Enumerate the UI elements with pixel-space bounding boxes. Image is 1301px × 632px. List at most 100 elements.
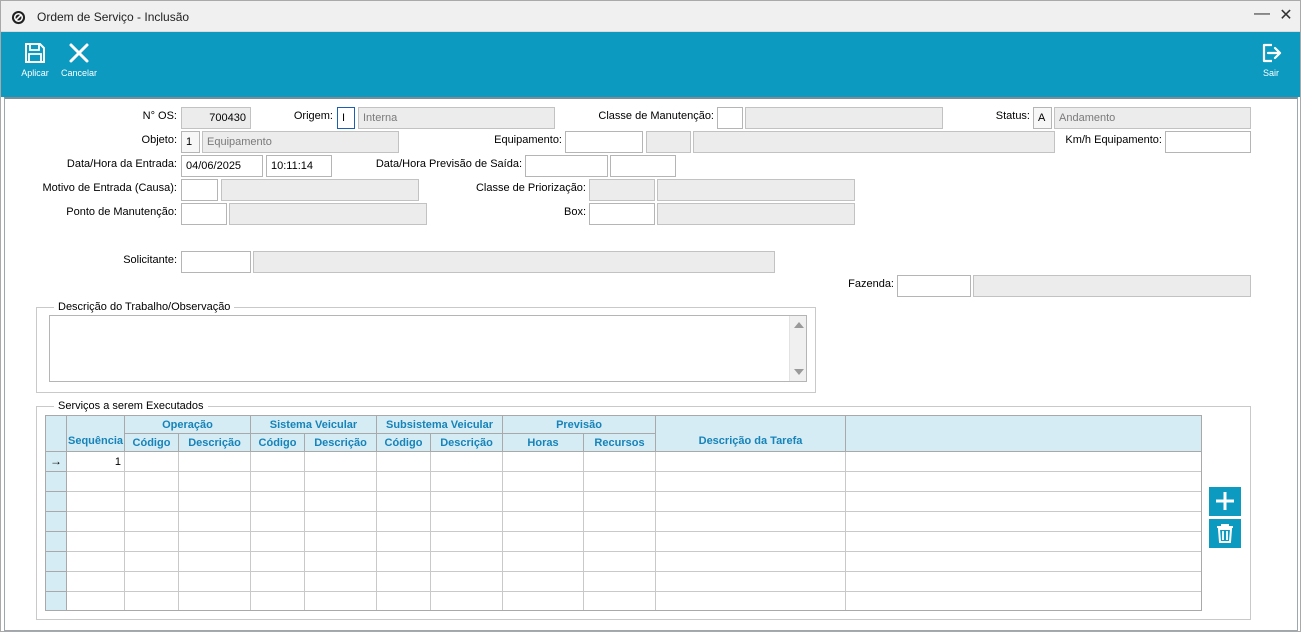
grid-cell[interactable]	[305, 452, 377, 472]
grid-cell[interactable]	[584, 452, 656, 472]
grid-cell[interactable]	[503, 512, 584, 532]
ponto-manutencao-code-field[interactable]	[181, 203, 227, 225]
col-header-horas[interactable]: Horas	[503, 434, 584, 452]
grid-cell[interactable]	[846, 492, 1201, 512]
grid-cell[interactable]	[431, 512, 503, 532]
data-entrada-date-field[interactable]: 04/06/2025	[181, 155, 263, 177]
grid-cell[interactable]	[179, 572, 251, 592]
row-indicator[interactable]	[46, 472, 67, 492]
grid-cell[interactable]	[584, 552, 656, 572]
grid-cell[interactable]	[125, 572, 179, 592]
grid-cell[interactable]	[179, 492, 251, 512]
row-indicator[interactable]	[46, 532, 67, 552]
grid-cell[interactable]	[656, 512, 846, 532]
motivo-entrada-code-field[interactable]	[181, 179, 218, 201]
grid-cell[interactable]	[125, 532, 179, 552]
grid-cell[interactable]	[584, 472, 656, 492]
grid-cell[interactable]	[846, 592, 1201, 610]
grid-cell[interactable]	[656, 572, 846, 592]
grid-cell[interactable]	[179, 472, 251, 492]
col-header-sub-codigo[interactable]: Código	[377, 434, 431, 452]
grid-cell[interactable]	[503, 552, 584, 572]
grid-cell[interactable]	[656, 592, 846, 610]
grid-cell[interactable]	[125, 592, 179, 610]
col-header-op-codigo[interactable]: Código	[125, 434, 179, 452]
grid-cell[interactable]	[431, 532, 503, 552]
col-header-sequencia[interactable]: Sequência	[67, 416, 125, 452]
col-header-sis-codigo[interactable]: Código	[251, 434, 305, 452]
grid-cell[interactable]	[251, 512, 305, 532]
grid-cell[interactable]	[305, 572, 377, 592]
delete-row-button[interactable]	[1209, 519, 1241, 548]
grid-cell-sequencia[interactable]	[67, 592, 125, 610]
grid-cell[interactable]	[251, 492, 305, 512]
grid-cell[interactable]	[584, 592, 656, 610]
row-indicator[interactable]	[46, 492, 67, 512]
servicos-grid[interactable]: Sequência Operação Sistema Veicular Subs…	[45, 415, 1202, 611]
grid-cell[interactable]	[125, 492, 179, 512]
grid-cell[interactable]	[377, 552, 431, 572]
grid-cell[interactable]	[179, 512, 251, 532]
grid-cell[interactable]	[503, 492, 584, 512]
row-indicator[interactable]: →	[46, 452, 67, 472]
grid-cell[interactable]	[251, 552, 305, 572]
grid-cell[interactable]	[846, 572, 1201, 592]
col-header-recursos[interactable]: Recursos	[584, 434, 656, 452]
col-header-op-descricao[interactable]: Descrição	[179, 434, 251, 452]
grid-cell[interactable]	[584, 572, 656, 592]
grid-cell[interactable]	[251, 472, 305, 492]
solicitante-code-field[interactable]	[181, 251, 251, 273]
box-code-field[interactable]	[589, 203, 655, 225]
grid-cell[interactable]	[125, 472, 179, 492]
row-indicator[interactable]	[46, 592, 67, 610]
apply-button[interactable]: Aplicar	[17, 32, 53, 96]
grid-cell[interactable]	[125, 512, 179, 532]
close-button[interactable]: ✕	[1277, 7, 1295, 25]
grid-cell[interactable]	[431, 572, 503, 592]
scroll-up-icon[interactable]	[794, 322, 804, 328]
grid-cell[interactable]	[251, 572, 305, 592]
grid-cell[interactable]	[179, 552, 251, 572]
grid-cell[interactable]	[656, 492, 846, 512]
grid-cell[interactable]	[377, 492, 431, 512]
kmh-equipamento-field[interactable]	[1165, 131, 1251, 153]
grid-cell[interactable]	[377, 472, 431, 492]
grid-cell[interactable]	[377, 512, 431, 532]
grid-cell[interactable]	[503, 532, 584, 552]
origem-code-field[interactable]: I	[337, 107, 355, 129]
grid-cell[interactable]	[656, 552, 846, 572]
equipamento-code-field[interactable]	[565, 131, 643, 153]
grid-cell[interactable]	[584, 512, 656, 532]
grid-cell[interactable]	[377, 532, 431, 552]
grid-cell[interactable]	[656, 532, 846, 552]
grid-cell[interactable]	[179, 592, 251, 610]
descricao-textarea[interactable]	[49, 315, 807, 382]
grid-cell[interactable]	[846, 512, 1201, 532]
grid-cell-sequencia[interactable]	[67, 472, 125, 492]
grid-cell[interactable]	[503, 592, 584, 610]
grid-cell[interactable]	[377, 452, 431, 472]
grid-cell[interactable]	[431, 492, 503, 512]
data-entrada-time-field[interactable]: 10:11:14	[266, 155, 332, 177]
grid-cell-sequencia[interactable]	[67, 532, 125, 552]
descricao-scrollbar[interactable]	[789, 316, 806, 381]
grid-cell[interactable]	[305, 472, 377, 492]
previsao-saida-date-field[interactable]	[525, 155, 608, 177]
grid-cell[interactable]	[846, 552, 1201, 572]
grid-cell[interactable]	[431, 472, 503, 492]
fazenda-code-field[interactable]	[897, 275, 971, 297]
grid-cell[interactable]	[584, 532, 656, 552]
grid-cell[interactable]	[125, 452, 179, 472]
col-header-descricao-tarefa[interactable]: Descrição da Tarefa	[656, 416, 846, 452]
grid-cell[interactable]	[431, 592, 503, 610]
grid-cell-sequencia[interactable]: 1	[67, 452, 125, 472]
cancel-button[interactable]: Cancelar	[59, 32, 99, 96]
add-row-button[interactable]	[1209, 487, 1241, 516]
grid-cell[interactable]	[846, 472, 1201, 492]
row-indicator[interactable]	[46, 552, 67, 572]
grid-cell[interactable]	[503, 572, 584, 592]
grid-cell[interactable]	[377, 592, 431, 610]
grid-cell[interactable]	[584, 492, 656, 512]
grid-cell[interactable]	[431, 452, 503, 472]
grid-cell-sequencia[interactable]	[67, 572, 125, 592]
